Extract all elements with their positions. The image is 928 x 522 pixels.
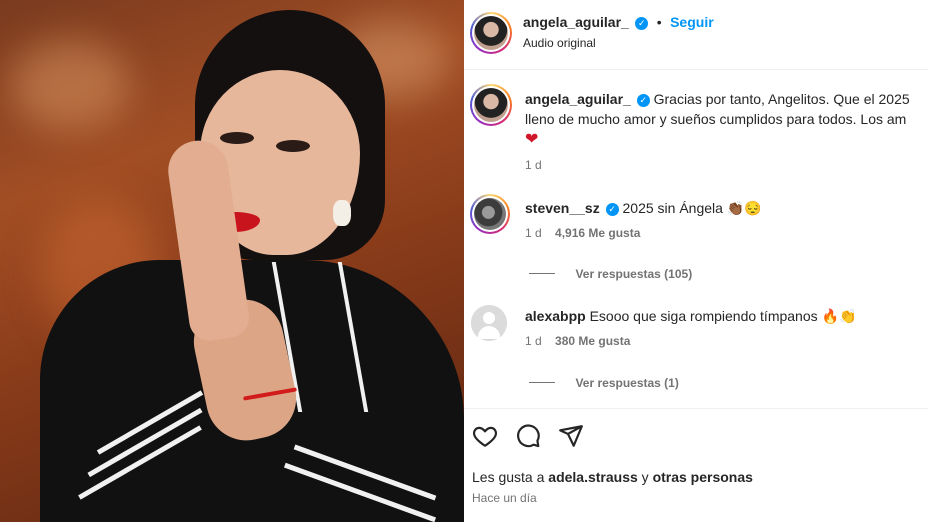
author-avatar[interactable] [470,12,512,54]
view-replies-button[interactable]: Ver respuestas (105) [529,265,692,283]
post-header: angela_aguilar_ ✓ • Seguir Audio origina… [464,0,928,70]
comment-avatar[interactable] [470,194,510,234]
caption: angela_aguilar_ ✓ Gracias por tanto, Ang… [525,89,928,172]
post-panel: angela_aguilar_ ✓ • Seguir Audio origina… [464,0,928,522]
eye [276,140,310,152]
separator-dot: • [656,14,662,30]
comment-time: 1 d [525,226,542,240]
author-username[interactable]: angela_aguilar_ [523,14,629,30]
caption-time: 1 d [525,158,542,172]
replies-divider [529,273,555,275]
follow-button[interactable]: Seguir [670,14,714,30]
comment-emoji: 🔥👏 [821,308,857,324]
comment-likes[interactable]: 380 Me gusta [555,334,630,348]
verified-badge-icon: ✓ [605,203,619,216]
likes-summary: Les gusta a adela.strauss y otras person… [472,469,753,485]
comment-username[interactable]: steven__sz [525,200,600,216]
comment-emoji: 👏🏾😔 [726,200,762,216]
likes-prefix: Les gusta a [472,469,545,485]
view-replies-label: Ver respuestas (1) [575,376,679,390]
eye [220,132,254,144]
background-light [10,40,130,130]
heart-outline-icon[interactable] [472,423,498,454]
post-actions: Les gusta a adela.strauss y otras person… [464,408,928,522]
comment: alexabpp Esooo que siga rompiendo tímpan… [525,306,856,348]
caption-text-line2: lleno de mucho amor y sueños cumplidos p… [525,111,907,127]
comment-avatar-placeholder[interactable] [471,305,507,341]
audio-link[interactable]: Audio original [523,36,596,50]
post-photo[interactable] [0,0,464,522]
earring [333,200,351,226]
post-time: Hace un día [472,491,537,505]
caption-text-line1: Gracias por tanto, Angelitos. Que el 202… [653,91,910,107]
view-replies-label: Ver respuestas (105) [575,267,693,281]
header-title-row: angela_aguilar_ ✓ • Seguir [523,14,714,32]
comment-text: Esooo que siga rompiendo tímpanos [589,308,818,324]
red-heart-emoji: ❤ [525,131,539,148]
comment-likes[interactable]: 4,916 Me gusta [555,226,640,240]
share-icon[interactable] [558,423,584,454]
verified-badge-icon: ✓ [636,94,650,107]
view-replies-button[interactable]: Ver respuestas (1) [529,374,679,392]
replies-divider [529,382,555,384]
likes-user-link[interactable]: adela.strauss [548,469,638,485]
comment-text: 2025 sin Ángela [622,200,723,216]
comment-username[interactable]: alexabpp [525,308,586,324]
caption-avatar[interactable] [470,84,512,126]
likes-others-link[interactable]: otras personas [653,469,753,485]
verified-badge-icon: ✓ [635,17,649,30]
comment-icon[interactable] [515,423,541,454]
caption-username[interactable]: angela_aguilar_ [525,91,631,107]
likes-mid: y [641,469,649,485]
comment: steven__sz ✓ 2025 sin Ángela 👏🏾😔 1 d 4,9… [525,198,762,240]
comment-time: 1 d [525,334,542,348]
